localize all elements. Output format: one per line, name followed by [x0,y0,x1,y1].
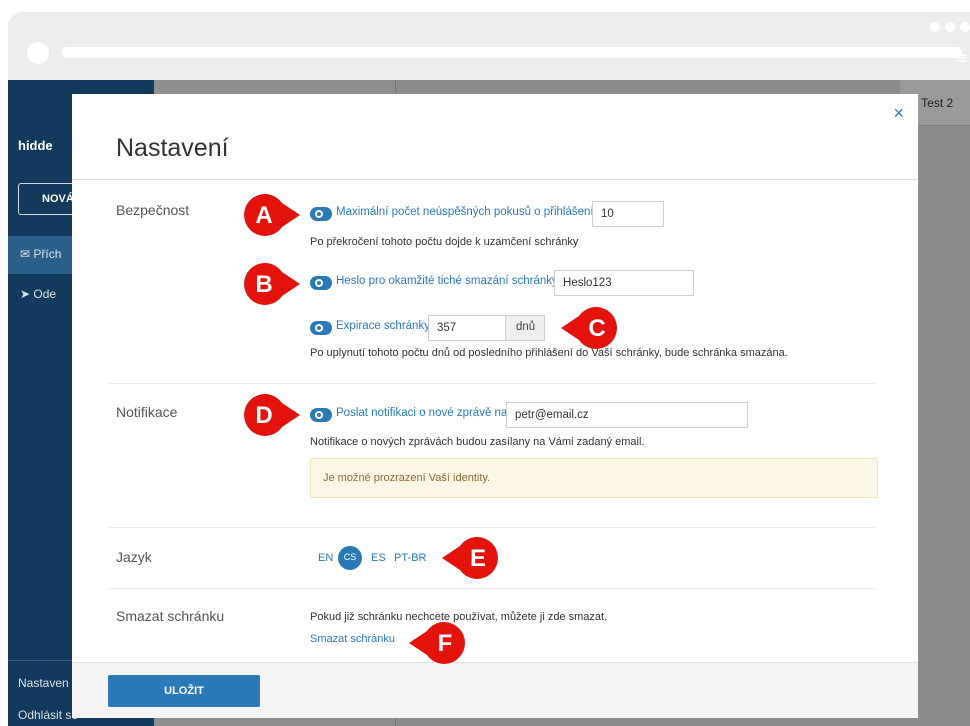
annotation-badge-f: F [407,622,465,664]
brand-logo: hidde [18,138,53,153]
wipe-password-input[interactable]: Heslo123 [554,270,694,296]
expiration-input[interactable]: 357 [428,315,506,341]
badge-letter: E [470,545,486,572]
divider [108,383,876,384]
settings-modal: × Nastavení Bezpečnost Maximální počet n… [72,94,918,718]
address-bar[interactable] [62,47,962,58]
delete-mailbox-link[interactable]: Smazat schránku [310,633,395,645]
max-attempts-input[interactable]: 10 [592,201,664,227]
wipe-password-toggle[interactable] [310,276,332,290]
expiration-label: Expirace schránky: [336,320,434,332]
badge-letter: C [588,315,605,342]
language-option-cs[interactable]: CS [338,546,362,570]
wipe-password-label: Heslo pro okamžité tiché smazání schránk… [336,275,561,287]
section-label-security: Bezpečnost [116,202,190,218]
inbox-icon: ✉ [20,247,31,261]
browser-chrome: ≡ [8,12,970,80]
warning-alert: Je možné prozrazení Vaší identity. [310,458,878,498]
divider [72,179,918,180]
page-title: Nastavení [116,134,229,162]
sidebar-item-label: Přích [33,247,62,261]
browser-control[interactable] [27,42,49,64]
notify-help: Notifikace o nových zprávách budou zasíl… [310,436,645,448]
annotation-badge-e: E [440,537,498,579]
notify-email-input[interactable]: petr@email.cz [506,402,748,428]
badge-letter: F [438,630,453,657]
annotation-badge-c: C [559,307,617,349]
modal-footer: ULOŽIT [72,662,918,718]
max-attempts-label: Maximální počet neúspěšných pokusů o při… [336,206,597,218]
badge-letter: D [255,402,272,429]
language-option-en[interactable]: EN [318,552,333,564]
language-option-es[interactable]: ES [371,552,386,564]
user-name: Test 2 [921,96,954,110]
sidebar-item-settings[interactable]: Nastaven [18,676,69,690]
notify-toggle[interactable] [310,408,332,422]
close-icon[interactable]: × [893,103,904,124]
language-option-pt-br[interactable]: PT-BR [394,552,426,564]
hamburger-icon[interactable]: ≡ [955,48,968,67]
annotation-badge-d: D [244,394,300,436]
notify-label: Poslat notifikaci o nové zprávě na: [336,407,511,419]
annotation-badge-a: A [244,194,300,236]
save-button[interactable]: ULOŽIT [108,675,260,707]
section-label-notifications: Notifikace [116,404,178,420]
max-attempts-toggle[interactable] [310,207,332,221]
section-label-language: Jazyk [116,549,152,565]
section-label-delete: Smazat schránku [116,608,225,624]
send-icon: ➤ [20,287,31,301]
sidebar-item-label: Ode [33,287,57,301]
sidebar-item-logout[interactable]: Odhlásit se [18,708,78,722]
badge-letter: A [255,202,272,229]
window-dots [930,22,970,32]
expiration-toggle[interactable] [310,321,332,335]
expiration-unit: dnů [505,315,545,341]
annotation-badge-b: B [244,263,300,305]
expiration-help: Po uplynutí tohoto počtu dnů od poslední… [310,347,788,359]
badge-letter: B [255,271,272,298]
max-attempts-help: Po překročení tohoto počtu dojde k uzamč… [310,236,579,248]
divider [108,527,876,528]
divider [108,588,876,589]
